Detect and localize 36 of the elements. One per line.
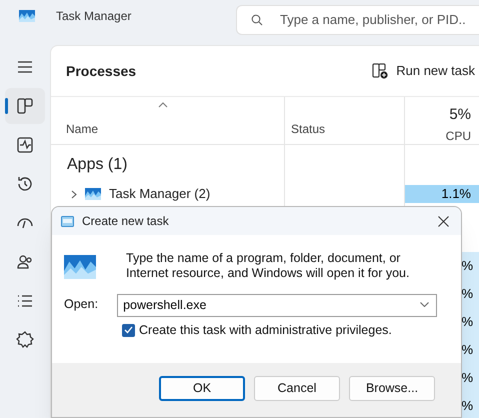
close-icon (438, 216, 448, 226)
app-icon (85, 188, 101, 200)
admin-checkbox[interactable] (122, 324, 135, 337)
column-header[interactable]: Status (291, 120, 398, 138)
nav-item[interactable] (5, 88, 45, 124)
checkbox-label[interactable]: Create this task with administrative privileges. (139, 321, 392, 340)
dialog-button[interactable]: OK (159, 376, 245, 401)
sort-icon (158, 102, 168, 108)
cpu-total: 5% (449, 105, 471, 125)
grid-icon (15, 96, 35, 116)
dialog-button[interactable]: Cancel (254, 376, 340, 401)
process-name: Task Manager (2) (109, 185, 210, 204)
run-icon (61, 216, 74, 226)
run-new-task-button[interactable]: Run new task (372, 61, 475, 81)
group-header: Apps (1) (67, 155, 128, 175)
expand-icon[interactable] (71, 190, 77, 198)
search-field[interactable]: Type a name, publisher, or PID.. (236, 4, 479, 34)
add-task-icon (372, 63, 388, 79)
check-icon (124, 326, 133, 334)
cpu-cell: 1.1% (405, 185, 479, 203)
close-button[interactable] (435, 213, 451, 229)
dialog-title: Create new task (82, 213, 169, 230)
open-combobox[interactable]: powershell.exe (117, 294, 438, 316)
dialog-button[interactable]: Browse... (349, 376, 435, 401)
selection-indicator (5, 98, 8, 114)
column-header[interactable]: CPU (446, 126, 471, 144)
app-icon (64, 255, 96, 279)
window-title: Task Manager (56, 8, 132, 24)
page-title: Processes (66, 62, 136, 80)
column-header[interactable]: Name (66, 120, 269, 138)
search-icon (251, 14, 263, 26)
pulse-icon (15, 135, 35, 155)
app-icon (19, 10, 35, 22)
dropdown-icon[interactable] (420, 302, 430, 307)
open-label: Open: (64, 296, 98, 314)
gear-icon (15, 330, 35, 350)
